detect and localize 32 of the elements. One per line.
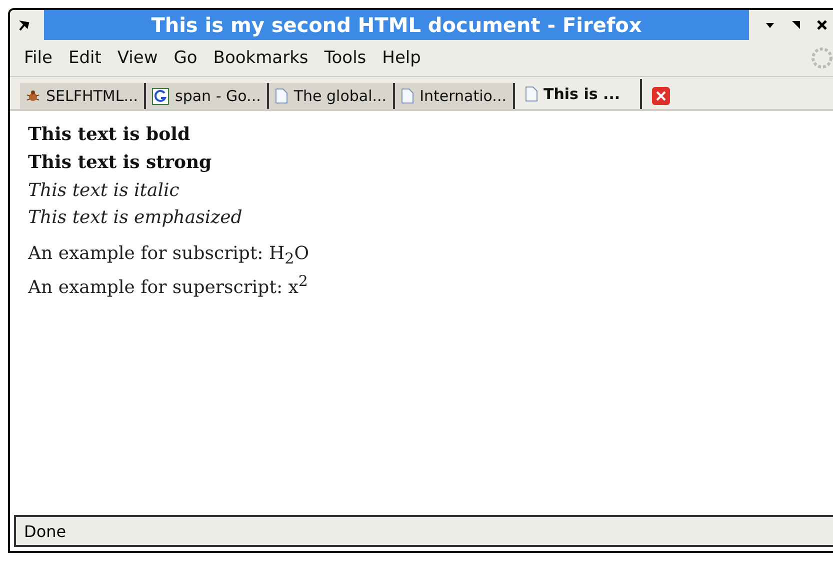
window-title: This is my second HTML document - Firefox [44, 10, 749, 40]
page-text: An example for superscript: x$^{2}$ [28, 271, 309, 300]
page-text: An example for subscript: H$_{2}$O [28, 242, 310, 270]
page-icon [400, 88, 414, 104]
page-icon [524, 86, 538, 102]
close-tab-button[interactable] [652, 87, 670, 105]
g-logo-icon [152, 88, 170, 104]
browser-tab[interactable]: span - Go... [146, 83, 269, 109]
bug-icon [26, 89, 40, 103]
menu-item[interactable]: Edit [60, 48, 110, 68]
status-text: Done [24, 522, 66, 540]
page-text: This text is emphasized [28, 206, 244, 230]
close-icon[interactable] [817, 20, 827, 30]
page-text: This text is italic [28, 179, 180, 203]
menu-item[interactable]: File [16, 48, 60, 68]
browser-tab[interactable]: Internatio... [394, 83, 514, 109]
menu-item[interactable]: Go [166, 48, 206, 68]
menu-item[interactable]: Bookmarks [205, 48, 316, 68]
close-icon [656, 91, 666, 101]
menu-item[interactable]: Help [374, 48, 429, 68]
minimize-icon[interactable] [765, 21, 775, 29]
throbber-icon [810, 46, 833, 70]
page-text: This text is strong [28, 151, 213, 175]
menu-item[interactable]: View [109, 48, 166, 68]
pin-icon[interactable] [18, 19, 30, 31]
page-icon [274, 88, 288, 104]
browser-tab[interactable]: The global... [268, 83, 395, 109]
browser-tab[interactable]: SELFHTML... [20, 83, 146, 109]
page-text: This text is bold [28, 123, 192, 147]
menu-item[interactable]: Tools [316, 48, 374, 68]
browser-tab[interactable]: This is ... [514, 79, 642, 109]
maximize-icon[interactable] [791, 20, 801, 30]
